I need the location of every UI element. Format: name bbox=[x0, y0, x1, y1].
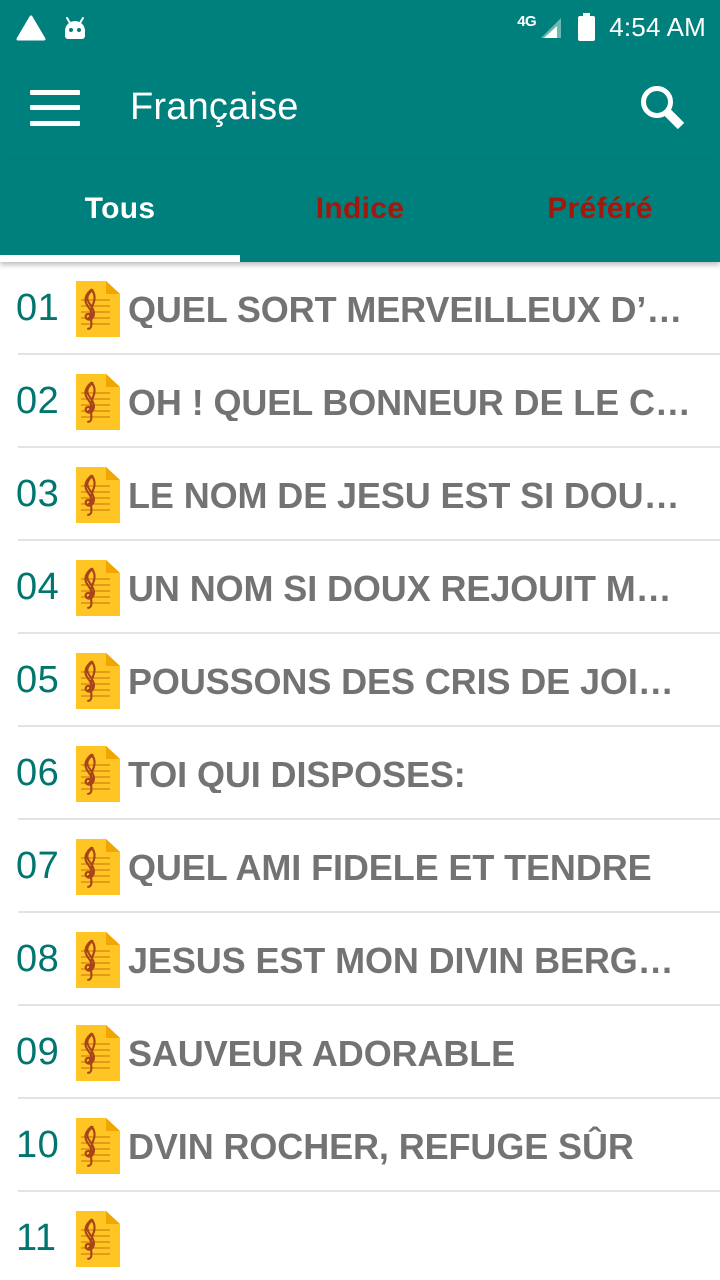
list-item-number: 09 bbox=[16, 1031, 60, 1073]
list-item[interactable]: 03 LE NOM DE JESU EST SI DOU… bbox=[0, 448, 720, 541]
network-type-label: 4G bbox=[517, 13, 537, 30]
list-item-title: QUEL SORT MERVEILLEUX D’… bbox=[128, 288, 683, 329]
list-item-number: 10 bbox=[16, 1124, 60, 1166]
tab-indice[interactable]: Indice bbox=[240, 160, 480, 262]
list-item-number: 07 bbox=[16, 845, 60, 887]
list-item-number: 05 bbox=[16, 659, 60, 701]
hamburger-line bbox=[30, 105, 80, 110]
list-item[interactable]: 07 QUEL AMI FIDELE ET TENDRE bbox=[0, 820, 720, 913]
hymn-list[interactable]: 01 QUEL SORT MERVEILLEUX D’… 02 OH ! QUEL… bbox=[0, 262, 720, 1280]
status-bar: 4G 4:54 AM bbox=[0, 0, 720, 55]
search-button[interactable] bbox=[632, 77, 694, 139]
list-item[interactable]: 09 SAUVEUR ADORABLE bbox=[0, 1006, 720, 1099]
android-robot-icon bbox=[65, 16, 85, 39]
list-item-number: 02 bbox=[16, 380, 60, 422]
music-sheet-icon bbox=[76, 652, 120, 709]
list-item[interactable]: 05 POUSSONS DES CRIS DE JOI… bbox=[0, 634, 720, 727]
music-sheet-icon bbox=[76, 466, 120, 523]
list-item[interactable]: 02 OH ! QUEL BONNEUR DE LE C… bbox=[0, 355, 720, 448]
app-bar: Française bbox=[0, 55, 720, 160]
tab-prefere[interactable]: Préféré bbox=[480, 160, 720, 262]
music-sheet-icon bbox=[76, 931, 120, 988]
status-bar-clock: 4:54 AM bbox=[609, 12, 706, 42]
page-title: Française bbox=[130, 86, 299, 128]
tab-active-indicator bbox=[0, 255, 240, 262]
list-item[interactable]: 04 UN NOM SI DOUX REJOUIT M… bbox=[0, 541, 720, 634]
list-item-title: QUEL AMI FIDELE ET TENDRE bbox=[128, 846, 652, 887]
hamburger-line bbox=[30, 120, 80, 126]
list-item-title: OH ! QUEL BONNEUR DE LE C… bbox=[128, 381, 691, 422]
list-item[interactable]: 10 DVIN ROCHER, REFUGE SÛR bbox=[0, 1099, 720, 1192]
network-indicator: 4G bbox=[517, 14, 565, 41]
list-item-title: UN NOM SI DOUX REJOUIT M… bbox=[128, 567, 672, 608]
list-item[interactable]: 01 QUEL SORT MERVEILLEUX D’… bbox=[0, 262, 720, 355]
music-sheet-icon bbox=[76, 373, 120, 430]
tab-bar: Tous Indice Préféré bbox=[0, 160, 720, 262]
tab-tous[interactable]: Tous bbox=[0, 160, 240, 262]
hamburger-line bbox=[30, 89, 80, 95]
music-sheet-icon bbox=[76, 280, 120, 337]
list-item-number: 08 bbox=[16, 938, 60, 980]
list-item-title: POUSSONS DES CRIS DE JOI… bbox=[128, 660, 674, 701]
signal-bars-icon bbox=[541, 18, 562, 38]
hamburger-menu-icon[interactable] bbox=[30, 89, 80, 126]
list-item-number: 03 bbox=[16, 473, 60, 515]
list-item-number: 06 bbox=[16, 752, 60, 794]
music-sheet-icon bbox=[76, 1210, 120, 1267]
list-item-title: JESUS EST MON DIVIN BERG… bbox=[128, 939, 674, 980]
list-item[interactable]: 06 TOI QUI DISPOSES: bbox=[0, 727, 720, 820]
list-item-title: SAUVEUR ADORABLE bbox=[128, 1032, 516, 1073]
list-item[interactable]: 11 bbox=[0, 1192, 720, 1280]
music-sheet-icon bbox=[76, 838, 120, 895]
music-sheet-icon bbox=[76, 559, 120, 616]
status-bar-left-icons bbox=[16, 15, 90, 41]
status-bar-right-icons: 4G 4:54 AM bbox=[517, 12, 706, 43]
music-sheet-icon bbox=[76, 745, 120, 802]
music-sheet-icon bbox=[76, 1024, 120, 1081]
list-item-title bbox=[128, 1238, 708, 1240]
list-item-title: LE NOM DE JESU EST SI DOU… bbox=[128, 474, 680, 515]
music-sheet-icon bbox=[76, 1117, 120, 1174]
list-item-title: TOI QUI DISPOSES: bbox=[128, 753, 466, 794]
triangle-icon bbox=[16, 15, 46, 40]
app-root: 4G 4:54 AM Française Tous Indice Préféré… bbox=[0, 0, 720, 1280]
list-item[interactable]: 08 JESUS EST MON DIVIN BERG… bbox=[0, 913, 720, 1006]
list-item-title: DVIN ROCHER, REFUGE SÛR bbox=[128, 1125, 634, 1166]
battery-full-icon bbox=[578, 13, 596, 41]
list-item-number: 01 bbox=[16, 287, 60, 329]
list-item-number: 11 bbox=[16, 1217, 57, 1259]
search-icon bbox=[641, 85, 685, 129]
list-item-number: 04 bbox=[16, 566, 60, 608]
